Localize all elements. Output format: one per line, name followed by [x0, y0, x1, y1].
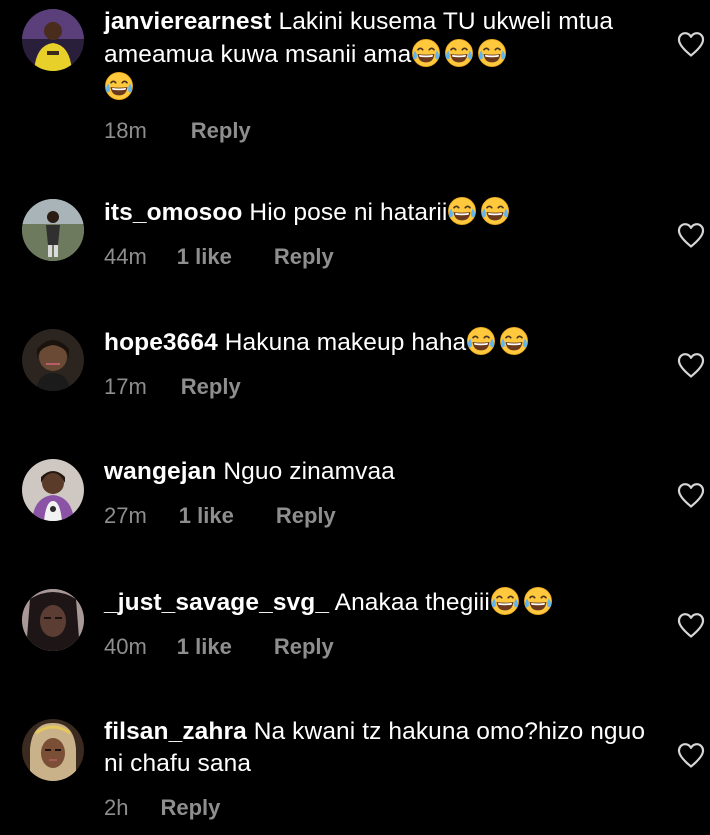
- heart-outline-icon[interactable]: [676, 30, 706, 58]
- joy-emoji-icon: [480, 196, 510, 226]
- heart-outline-icon[interactable]: [676, 351, 706, 379]
- comment-text: wangejan Nguo zinamvaa: [104, 456, 649, 488]
- comment-body: Anakaa thegiii: [334, 589, 490, 616]
- comment-meta: 18m Reply: [104, 117, 649, 145]
- comment-meta: 40m 1 like Reply: [104, 633, 649, 661]
- comment-text: its_omosoo Hio pose ni hatarii: [104, 196, 649, 229]
- reply-button[interactable]: Reply: [276, 502, 336, 530]
- joy-emoji-icon: [411, 38, 441, 68]
- comment-body: Hakuna makeup haha: [224, 329, 467, 356]
- reply-button[interactable]: Reply: [274, 243, 334, 271]
- joy-emoji-icon: [466, 326, 496, 356]
- like-count[interactable]: 1 like: [179, 502, 234, 530]
- comment-meta: 2h Reply: [104, 794, 649, 822]
- joy-emoji-icon: [447, 196, 477, 226]
- comment-username[interactable]: wangejan: [104, 458, 216, 485]
- like-count[interactable]: 1 like: [177, 633, 232, 661]
- comment-time: 40m: [104, 634, 147, 659]
- comment-username[interactable]: _just_savage_svg_: [104, 589, 329, 616]
- comment-text: _just_savage_svg_ Anakaa thegiii: [104, 586, 649, 619]
- joy-emoji-icon: [499, 326, 529, 356]
- comment-body: Hio pose ni hatarii: [249, 199, 448, 226]
- avatar[interactable]: [22, 589, 84, 651]
- comment-time: 44m: [104, 244, 147, 269]
- reply-button[interactable]: Reply: [181, 373, 241, 401]
- joy-emoji-icon: [477, 38, 507, 68]
- joy-emoji-icon: [104, 71, 134, 101]
- like-count[interactable]: 1 like: [177, 243, 232, 271]
- comment-meta: 44m 1 like Reply: [104, 243, 649, 271]
- joy-emoji-icon: [523, 586, 553, 616]
- comment-time: 2h: [104, 795, 129, 820]
- avatar[interactable]: [22, 9, 84, 71]
- comment-text: janvierearnest Lakini kusema TU ukweli m…: [104, 6, 649, 104]
- comment-meta: 17m Reply: [104, 373, 649, 401]
- reply-button[interactable]: Reply: [160, 794, 220, 822]
- joy-emoji-icon: [444, 38, 474, 68]
- comment-username[interactable]: hope3664: [104, 329, 218, 356]
- comment-text: hope3664 Hakuna makeup haha: [104, 326, 649, 359]
- heart-outline-icon[interactable]: [676, 611, 706, 639]
- comment-username[interactable]: janvierearnest: [104, 8, 272, 35]
- heart-outline-icon[interactable]: [676, 221, 706, 249]
- comment-time: 17m: [104, 374, 147, 399]
- avatar[interactable]: [22, 199, 84, 261]
- joy-emoji-icon: [490, 586, 520, 616]
- comment-username[interactable]: filsan_zahra: [104, 718, 247, 745]
- comment-time: 27m: [104, 503, 147, 528]
- comment-body: Nguo zinamvaa: [223, 458, 395, 485]
- heart-outline-icon[interactable]: [676, 481, 706, 509]
- avatar[interactable]: [22, 459, 84, 521]
- reply-button[interactable]: Reply: [191, 117, 251, 145]
- avatar[interactable]: [22, 719, 84, 781]
- comment-text: filsan_zahra Na kwani tz hakuna omo?hizo…: [104, 716, 649, 780]
- comment-time: 18m: [104, 118, 147, 143]
- comment-username[interactable]: its_omosoo: [104, 199, 243, 226]
- reply-button[interactable]: Reply: [274, 633, 334, 661]
- heart-outline-icon[interactable]: [676, 741, 706, 769]
- avatar[interactable]: [22, 329, 84, 391]
- comment-meta: 27m 1 like Reply: [104, 502, 649, 530]
